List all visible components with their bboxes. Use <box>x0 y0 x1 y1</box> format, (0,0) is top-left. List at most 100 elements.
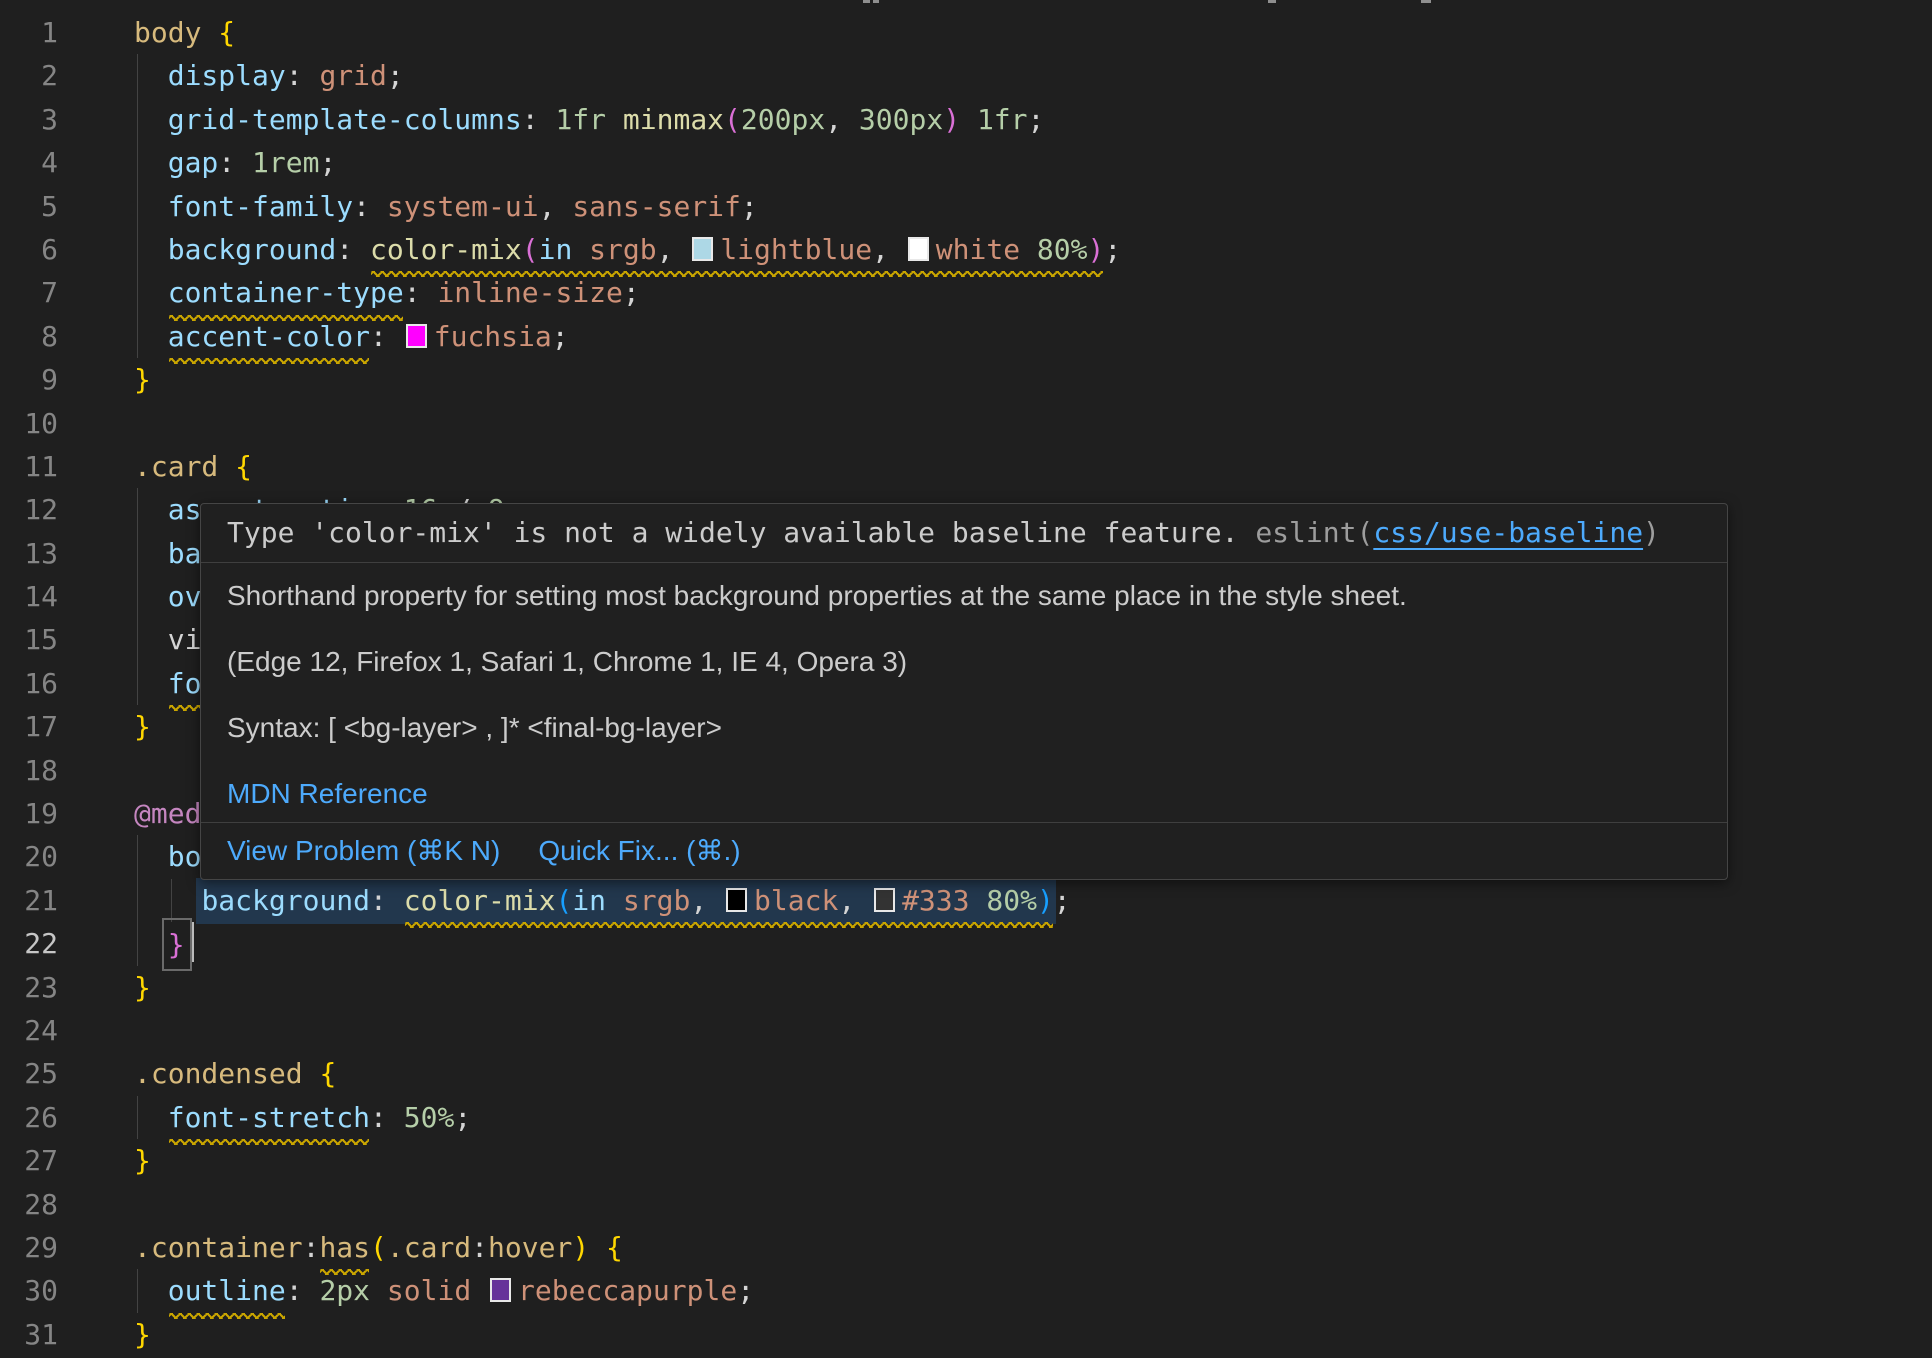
line-number[interactable]: 1 <box>0 11 58 54</box>
line-number[interactable]: 28 <box>0 1183 58 1226</box>
quick-fix-action[interactable]: Quick Fix... (⌘.) <box>538 834 740 867</box>
token: 1fr <box>977 103 1028 136</box>
token <box>960 103 977 136</box>
color-swatch[interactable] <box>726 888 747 912</box>
mdn-reference-link[interactable]: MDN Reference <box>227 778 428 809</box>
code-line[interactable]: 4 gap: 1rem; <box>0 141 1932 184</box>
code-line[interactable]: 10 <box>0 402 1932 445</box>
token: background <box>201 884 370 917</box>
line-number[interactable]: 15 <box>0 618 58 661</box>
eslint-rule-link[interactable]: css/use-baseline <box>1373 516 1643 549</box>
token: fo <box>168 667 202 700</box>
code-line[interactable]: 23} <box>0 966 1932 1009</box>
token <box>134 103 168 136</box>
warning-underline: color-mix(in srgb, lightblue, white 80%) <box>370 228 1104 271</box>
code-line[interactable]: 5 font-family: system-ui, sans-serif; <box>0 185 1932 228</box>
token: inline-size <box>437 276 622 309</box>
hover-doc-browser-support: (Edge 12, Firefox 1, Safari 1, Chrome 1,… <box>227 645 1701 678</box>
token: ) <box>1088 233 1105 266</box>
token: ( <box>522 233 539 266</box>
token: 2px <box>319 1274 370 1307</box>
line-number[interactable]: 4 <box>0 141 58 184</box>
code-line[interactable]: 31} <box>0 1313 1932 1356</box>
line-number[interactable]: 24 <box>0 1009 58 1052</box>
token: , <box>539 190 573 223</box>
code-text: } <box>134 922 1932 966</box>
line-number[interactable]: 29 <box>0 1226 58 1269</box>
line-number[interactable]: 13 <box>0 532 58 575</box>
token: hover <box>488 1231 572 1264</box>
line-number[interactable]: 12 <box>0 488 58 531</box>
token: .card <box>387 1231 471 1264</box>
token: accent-color <box>168 320 370 353</box>
color-swatch[interactable] <box>908 237 929 261</box>
line-number[interactable]: 19 <box>0 792 58 835</box>
token: 1fr <box>555 103 606 136</box>
code-line[interactable]: 27} <box>0 1139 1932 1182</box>
line-number[interactable]: 25 <box>0 1052 58 1095</box>
line-number[interactable]: 18 <box>0 749 58 792</box>
line-number[interactable]: 3 <box>0 98 58 141</box>
code-text: background: color-mix(in srgb, black, #3… <box>134 879 1932 922</box>
view-problem-action[interactable]: View Problem (⌘K N) <box>227 834 500 867</box>
token: ; <box>1054 884 1071 917</box>
color-swatch[interactable] <box>406 324 427 348</box>
line-number[interactable]: 5 <box>0 185 58 228</box>
line-number[interactable]: 10 <box>0 402 58 445</box>
token: ( <box>555 884 572 917</box>
color-swatch[interactable] <box>692 237 713 261</box>
line-number[interactable]: 30 <box>0 1269 58 1312</box>
line-number[interactable]: 8 <box>0 315 58 358</box>
code-line[interactable]: 21 background: color-mix(in srgb, black,… <box>0 879 1932 922</box>
token: : <box>353 190 387 223</box>
code-line[interactable]: 1body { <box>0 11 1932 54</box>
code-line[interactable]: 30 outline: 2px solid rebeccapurple; <box>0 1269 1932 1312</box>
color-swatch[interactable] <box>490 1278 511 1302</box>
code-line[interactable]: 26 font-stretch: 50%; <box>0 1096 1932 1139</box>
line-number[interactable]: 16 <box>0 662 58 705</box>
code-line[interactable]: 28 <box>0 1183 1932 1226</box>
code-line[interactable]: 24 <box>0 1009 1932 1052</box>
code-line[interactable]: 25 .condensed { <box>0 1052 1932 1095</box>
line-number[interactable]: 6 <box>0 228 58 271</box>
code-line[interactable]: 11.card { <box>0 445 1932 488</box>
code-line[interactable]: 22 } <box>0 922 1932 965</box>
code-line[interactable]: 3 grid-template-columns: 1fr minmax(200p… <box>0 98 1932 141</box>
code-text: display: grid; <box>134 54 1932 97</box>
token: outline <box>168 1274 286 1307</box>
line-number[interactable]: 17 <box>0 705 58 748</box>
line-number[interactable]: 9 <box>0 358 58 401</box>
code-text: .condensed { <box>134 1052 1932 1095</box>
line-number[interactable]: 11 <box>0 445 58 488</box>
token: : <box>471 1231 488 1264</box>
code-line[interactable]: 9} <box>0 358 1932 401</box>
token: grid-template-columns <box>168 103 522 136</box>
line-number[interactable]: 22 <box>0 922 58 965</box>
token: ; <box>1028 103 1045 136</box>
line-number[interactable]: 21 <box>0 879 58 922</box>
warning-underline: font-stretch <box>168 1096 370 1139</box>
code-line[interactable]: 29.container:has(.card:hover) { <box>0 1226 1932 1269</box>
line-number[interactable]: 31 <box>0 1313 58 1356</box>
line-number[interactable]: 26 <box>0 1096 58 1139</box>
code-line[interactable]: 6 background: color-mix(in srgb, lightbl… <box>0 228 1932 271</box>
line-number[interactable]: 2 <box>0 54 58 97</box>
token: ; <box>737 1274 754 1307</box>
line-number[interactable]: 20 <box>0 835 58 878</box>
code-line[interactable]: 8 accent-color: fuchsia; <box>0 315 1932 358</box>
token: .container <box>134 1231 303 1264</box>
code-line[interactable]: 2 display: grid; <box>0 54 1932 97</box>
line-number[interactable]: 7 <box>0 271 58 314</box>
token: ba <box>168 537 202 570</box>
code-text: grid-template-columns: 1fr minmax(200px,… <box>134 98 1932 141</box>
token: : <box>370 884 404 917</box>
code-line[interactable]: 7 container-type: inline-size; <box>0 271 1932 314</box>
line-number[interactable]: 27 <box>0 1139 58 1182</box>
code-text: font-family: system-ui, sans-serif; <box>134 185 1932 228</box>
token <box>134 146 168 179</box>
color-swatch[interactable] <box>874 888 895 912</box>
token: has <box>319 1231 370 1264</box>
token: ov <box>168 580 202 613</box>
line-number[interactable]: 14 <box>0 575 58 618</box>
line-number[interactable]: 23 <box>0 966 58 1009</box>
